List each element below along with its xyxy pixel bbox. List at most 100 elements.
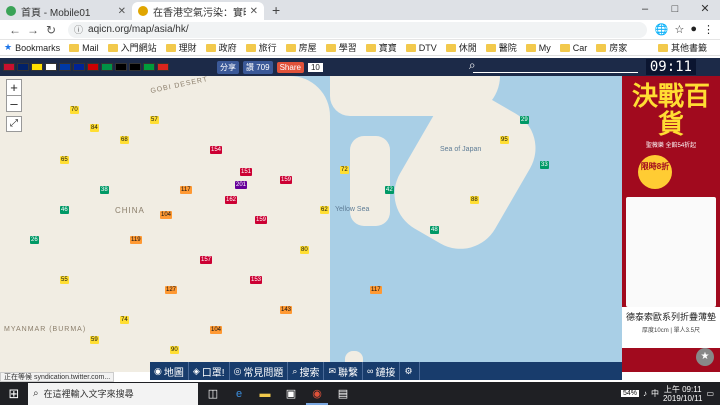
aqi-station-marker[interactable]: 62 (320, 206, 329, 214)
nav-search[interactable]: ⌕ 搜索 (288, 362, 325, 380)
start-button[interactable]: ⊞ (0, 386, 28, 402)
fullscreen-button[interactable]: ⤢ (6, 116, 22, 132)
nav-map[interactable]: ◉ 地圖 (150, 362, 189, 380)
aqi-station-marker[interactable]: 162 (225, 196, 238, 204)
aqi-station-marker[interactable]: 70 (70, 106, 79, 114)
reload-button[interactable]: ↻ (42, 23, 60, 37)
volume-icon[interactable]: ♪ (643, 389, 647, 398)
new-tab-button[interactable]: + (264, 2, 288, 20)
language-flag-icon[interactable] (143, 63, 155, 71)
aqi-station-marker[interactable]: 26 (30, 236, 39, 244)
zoom-out-button[interactable]: – (7, 95, 21, 111)
bookmark-travel[interactable]: 旅行 (245, 41, 277, 54)
language-flag-icon[interactable] (101, 63, 113, 71)
battery-indicator[interactable]: 54% (620, 390, 639, 397)
menu-icon[interactable]: ⋮ (703, 23, 714, 36)
language-flag-icon[interactable] (59, 63, 71, 71)
language-flag-icon[interactable] (129, 63, 141, 71)
taskbar-search-input[interactable]: ⌕ 在這裡輸入文字來搜尋 (28, 382, 198, 405)
tab-aqicn[interactable]: 在香港空氣污染：實時空氣質量指數地圖 ✕ (132, 2, 264, 20)
bookmark-gov[interactable]: 政府 (205, 41, 237, 54)
aqi-station-marker[interactable]: 157 (200, 256, 213, 264)
edge-icon[interactable]: e (228, 383, 250, 405)
aqi-station-marker[interactable]: 90 (170, 346, 179, 354)
bookmark-dtv[interactable]: DTV (405, 43, 437, 53)
aqi-station-marker[interactable]: 117 (180, 186, 192, 194)
zoom-in-button[interactable]: + (7, 80, 21, 95)
aqi-map[interactable]: GOBI DESERT CHINA MYANMAR (BURMA) Sea of… (0, 76, 622, 372)
language-flag-icon[interactable] (31, 63, 43, 71)
task-view-icon[interactable]: ◫ (202, 383, 224, 405)
nav-faq[interactable]: ◎ 常見問題 (230, 362, 289, 380)
aqi-station-marker[interactable]: 29 (520, 116, 529, 124)
aqi-station-marker[interactable]: 72 (340, 166, 349, 174)
bookmark-star-icon[interactable]: ☆ (674, 23, 684, 36)
bookmark-other[interactable]: 其他書籤 (657, 41, 707, 54)
language-flag-icon[interactable] (3, 63, 15, 71)
bookmark-leisure[interactable]: 休閒 (445, 41, 477, 54)
aqi-station-marker[interactable]: 127 (165, 286, 178, 294)
url-input[interactable]: ⓘ aqicn.org/map/asia/hk/ (68, 21, 647, 38)
site-info-icon[interactable]: ⓘ (74, 23, 83, 36)
bookmark-baby[interactable]: 寶寶 (365, 41, 397, 54)
aqi-station-marker[interactable]: 159 (280, 176, 293, 184)
aqi-station-marker[interactable]: 46 (60, 206, 69, 214)
profile-icon[interactable]: ● (690, 23, 697, 36)
aqi-station-marker[interactable]: 104 (210, 326, 223, 334)
site-search-input[interactable]: ⌕ (469, 58, 638, 73)
close-window-button[interactable]: ✕ (690, 0, 720, 20)
aqi-station-marker[interactable]: 48 (430, 226, 439, 234)
language-flag-icon[interactable] (115, 63, 127, 71)
back-button[interactable]: ← (6, 23, 24, 37)
clock[interactable]: 上午 09:11 2019/10/11 (663, 385, 702, 403)
aqi-station-marker[interactable]: 74 (120, 316, 129, 324)
aqi-station-marker[interactable]: 55 (60, 276, 69, 284)
language-flag-icon[interactable] (17, 63, 29, 71)
nav-links[interactable]: ∞ 鏈接 (363, 362, 401, 380)
aqi-station-marker[interactable]: 159 (255, 216, 268, 224)
file-explorer-icon[interactable]: ▬ (254, 383, 276, 405)
aqi-station-marker[interactable]: 42 (385, 186, 394, 194)
photos-icon[interactable]: ▤ (332, 383, 354, 405)
bookmark-bookmarks[interactable]: ★ Bookmarks (4, 42, 60, 53)
aqi-station-marker[interactable]: 80 (300, 246, 309, 254)
bookmark-portal[interactable]: 入門網站 (107, 41, 157, 54)
bookmark-mail[interactable]: Mail (69, 43, 99, 53)
forward-button[interactable]: → (24, 23, 42, 37)
close-tab-icon[interactable]: ✕ (118, 6, 126, 17)
bookmark-housing[interactable]: 房屋 (285, 41, 317, 54)
bookmark-finance[interactable]: 理財 (165, 41, 197, 54)
aqi-station-marker[interactable]: 88 (470, 196, 479, 204)
aqi-station-marker[interactable]: 38 (100, 186, 109, 194)
nav-settings[interactable]: ⚙ (400, 362, 420, 380)
nav-mask[interactable]: ◈ 口罩! (189, 362, 230, 380)
aqi-station-marker[interactable]: 95 (500, 136, 509, 144)
close-tab-icon[interactable]: ✕ (250, 6, 258, 17)
aqi-station-marker[interactable]: 151 (240, 168, 253, 176)
chrome-icon[interactable]: ◉ (306, 383, 328, 405)
minimize-button[interactable]: – (630, 0, 660, 20)
bookmark-my[interactable]: My (525, 43, 551, 53)
language-flag-icon[interactable] (87, 63, 99, 71)
ad-star-button[interactable]: ★ (696, 348, 714, 366)
aqi-station-marker[interactable]: 59 (90, 336, 99, 344)
aqi-station-marker[interactable]: 143 (280, 306, 293, 314)
ad-banner[interactable]: 決戰百貨 聖薇樂 全館54折起 限時8折 德泰索歐系列折疊薄墊 厚度10cm |… (622, 76, 720, 372)
translate-icon[interactable]: 🌐 (655, 23, 669, 36)
bookmark-home[interactable]: 房家 (596, 41, 627, 54)
notification-icon[interactable]: ▭ (706, 389, 714, 398)
share-button[interactable]: Share (276, 61, 304, 73)
aqi-station-marker[interactable]: 104 (160, 211, 173, 219)
aqi-station-marker[interactable]: 65 (60, 156, 69, 164)
bookmark-hospital[interactable]: 醫院 (485, 41, 517, 54)
facebook-share-button[interactable]: 分享 (217, 60, 239, 74)
language-flag-icon[interactable] (73, 63, 85, 71)
aqi-station-marker[interactable]: 119 (130, 236, 142, 244)
aqi-station-marker[interactable]: 201 (235, 181, 248, 189)
maximize-button[interactable]: □ (660, 0, 690, 20)
aqi-station-marker[interactable]: 57 (150, 116, 159, 124)
aqi-station-marker[interactable]: 84 (90, 124, 99, 132)
store-icon[interactable]: ▣ (280, 383, 302, 405)
language-flag-icon[interactable] (157, 63, 169, 71)
bookmark-learn[interactable]: 學習 (325, 41, 357, 54)
